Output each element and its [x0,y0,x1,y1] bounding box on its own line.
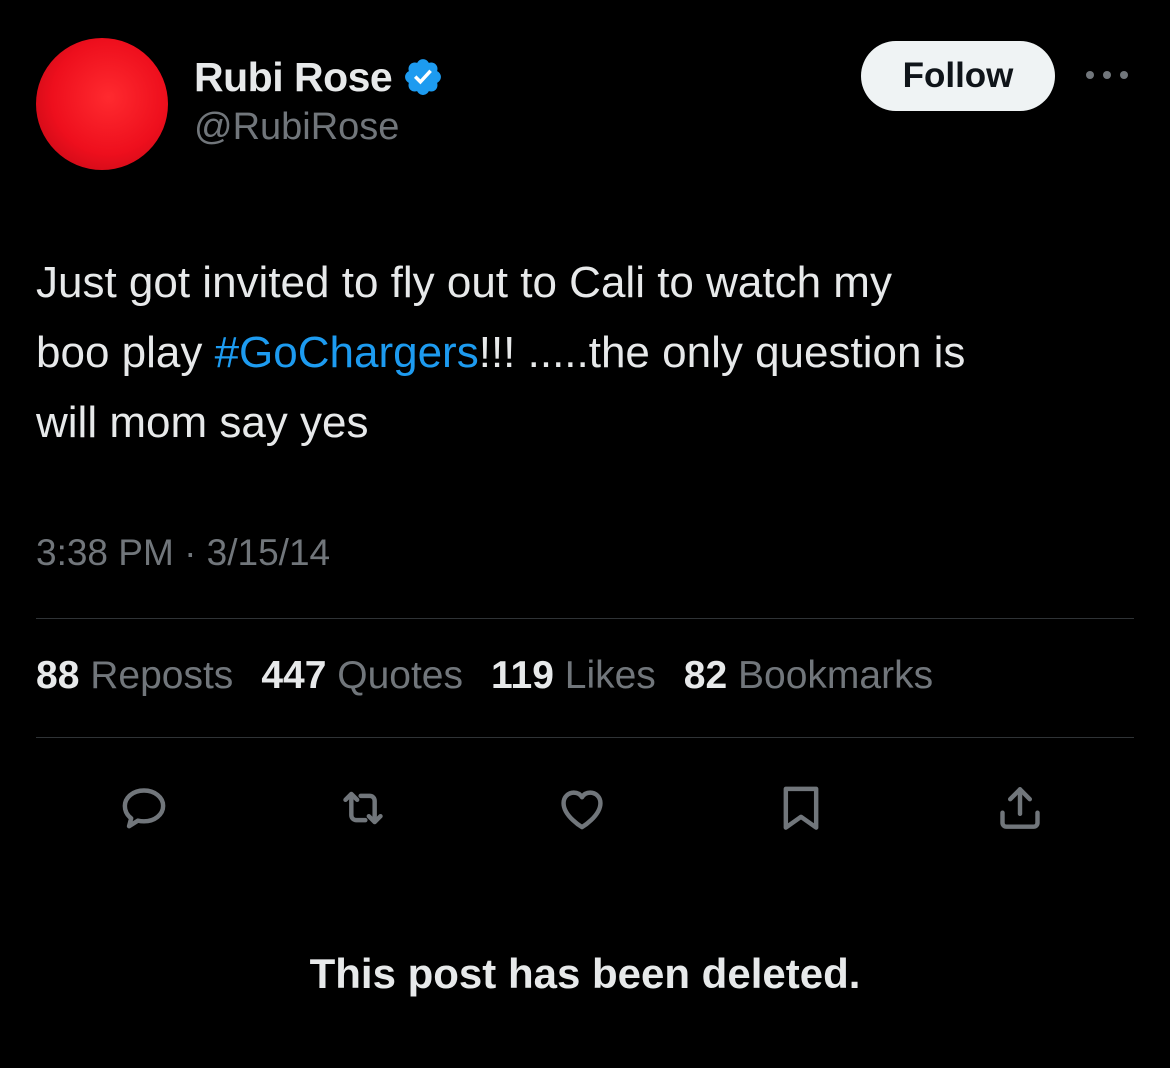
repost-icon[interactable] [333,778,393,838]
quotes-count: 447 [261,654,327,697]
bookmarks-count: 82 [683,654,728,697]
quotes-label: Quotes [337,654,463,697]
engagement-stats: 88 Reposts 447 Quotes 119 Likes 82 Bookm… [36,654,961,698]
tweet-text-line-2-suffix: !!! .....the only question is [478,328,966,377]
likes-label: Likes [564,654,656,697]
likes-stat[interactable]: 119 Likes [491,654,656,698]
divider [36,618,1134,619]
tweet-text-line-2-prefix: boo play [36,328,215,377]
reposts-count: 88 [36,654,80,697]
quotes-stat[interactable]: 447 Quotes [261,654,463,698]
avatar[interactable] [36,38,168,170]
tweet-text-line-1: Just got invited to fly out to Cali to w… [36,258,892,307]
divider [36,737,1134,738]
tweet-text-line-3: will mom say yes [36,398,369,447]
likes-count: 119 [490,654,554,697]
reposts-label: Reposts [90,654,234,697]
deleted-notice: This post has been deleted. [309,950,861,997]
like-icon[interactable] [552,778,612,838]
tweet-text: Just got invited to fly out to Cali to w… [36,248,1136,458]
author-display-name[interactable]: Rubi Rose [194,54,393,101]
bookmarks-label: Bookmarks [738,654,934,697]
author-handle[interactable]: @RubiRose [194,106,399,149]
reposts-stat[interactable]: 88 Reposts [36,654,233,698]
share-icon[interactable] [990,778,1050,838]
author-name-row: Rubi Rose [194,52,444,102]
more-horizontal-icon[interactable] [1084,60,1130,90]
follow-button[interactable]: Follow [861,41,1055,111]
reply-icon[interactable] [114,778,174,838]
tweet-timestamp[interactable]: 3:38 PM · 3/15/14 [36,532,330,574]
bookmark-icon[interactable] [771,778,831,838]
bookmarks-stat[interactable]: 82 Bookmarks [684,654,933,698]
verified-badge-icon[interactable] [402,56,444,98]
hashtag-link[interactable]: #GoChargers [215,328,479,377]
